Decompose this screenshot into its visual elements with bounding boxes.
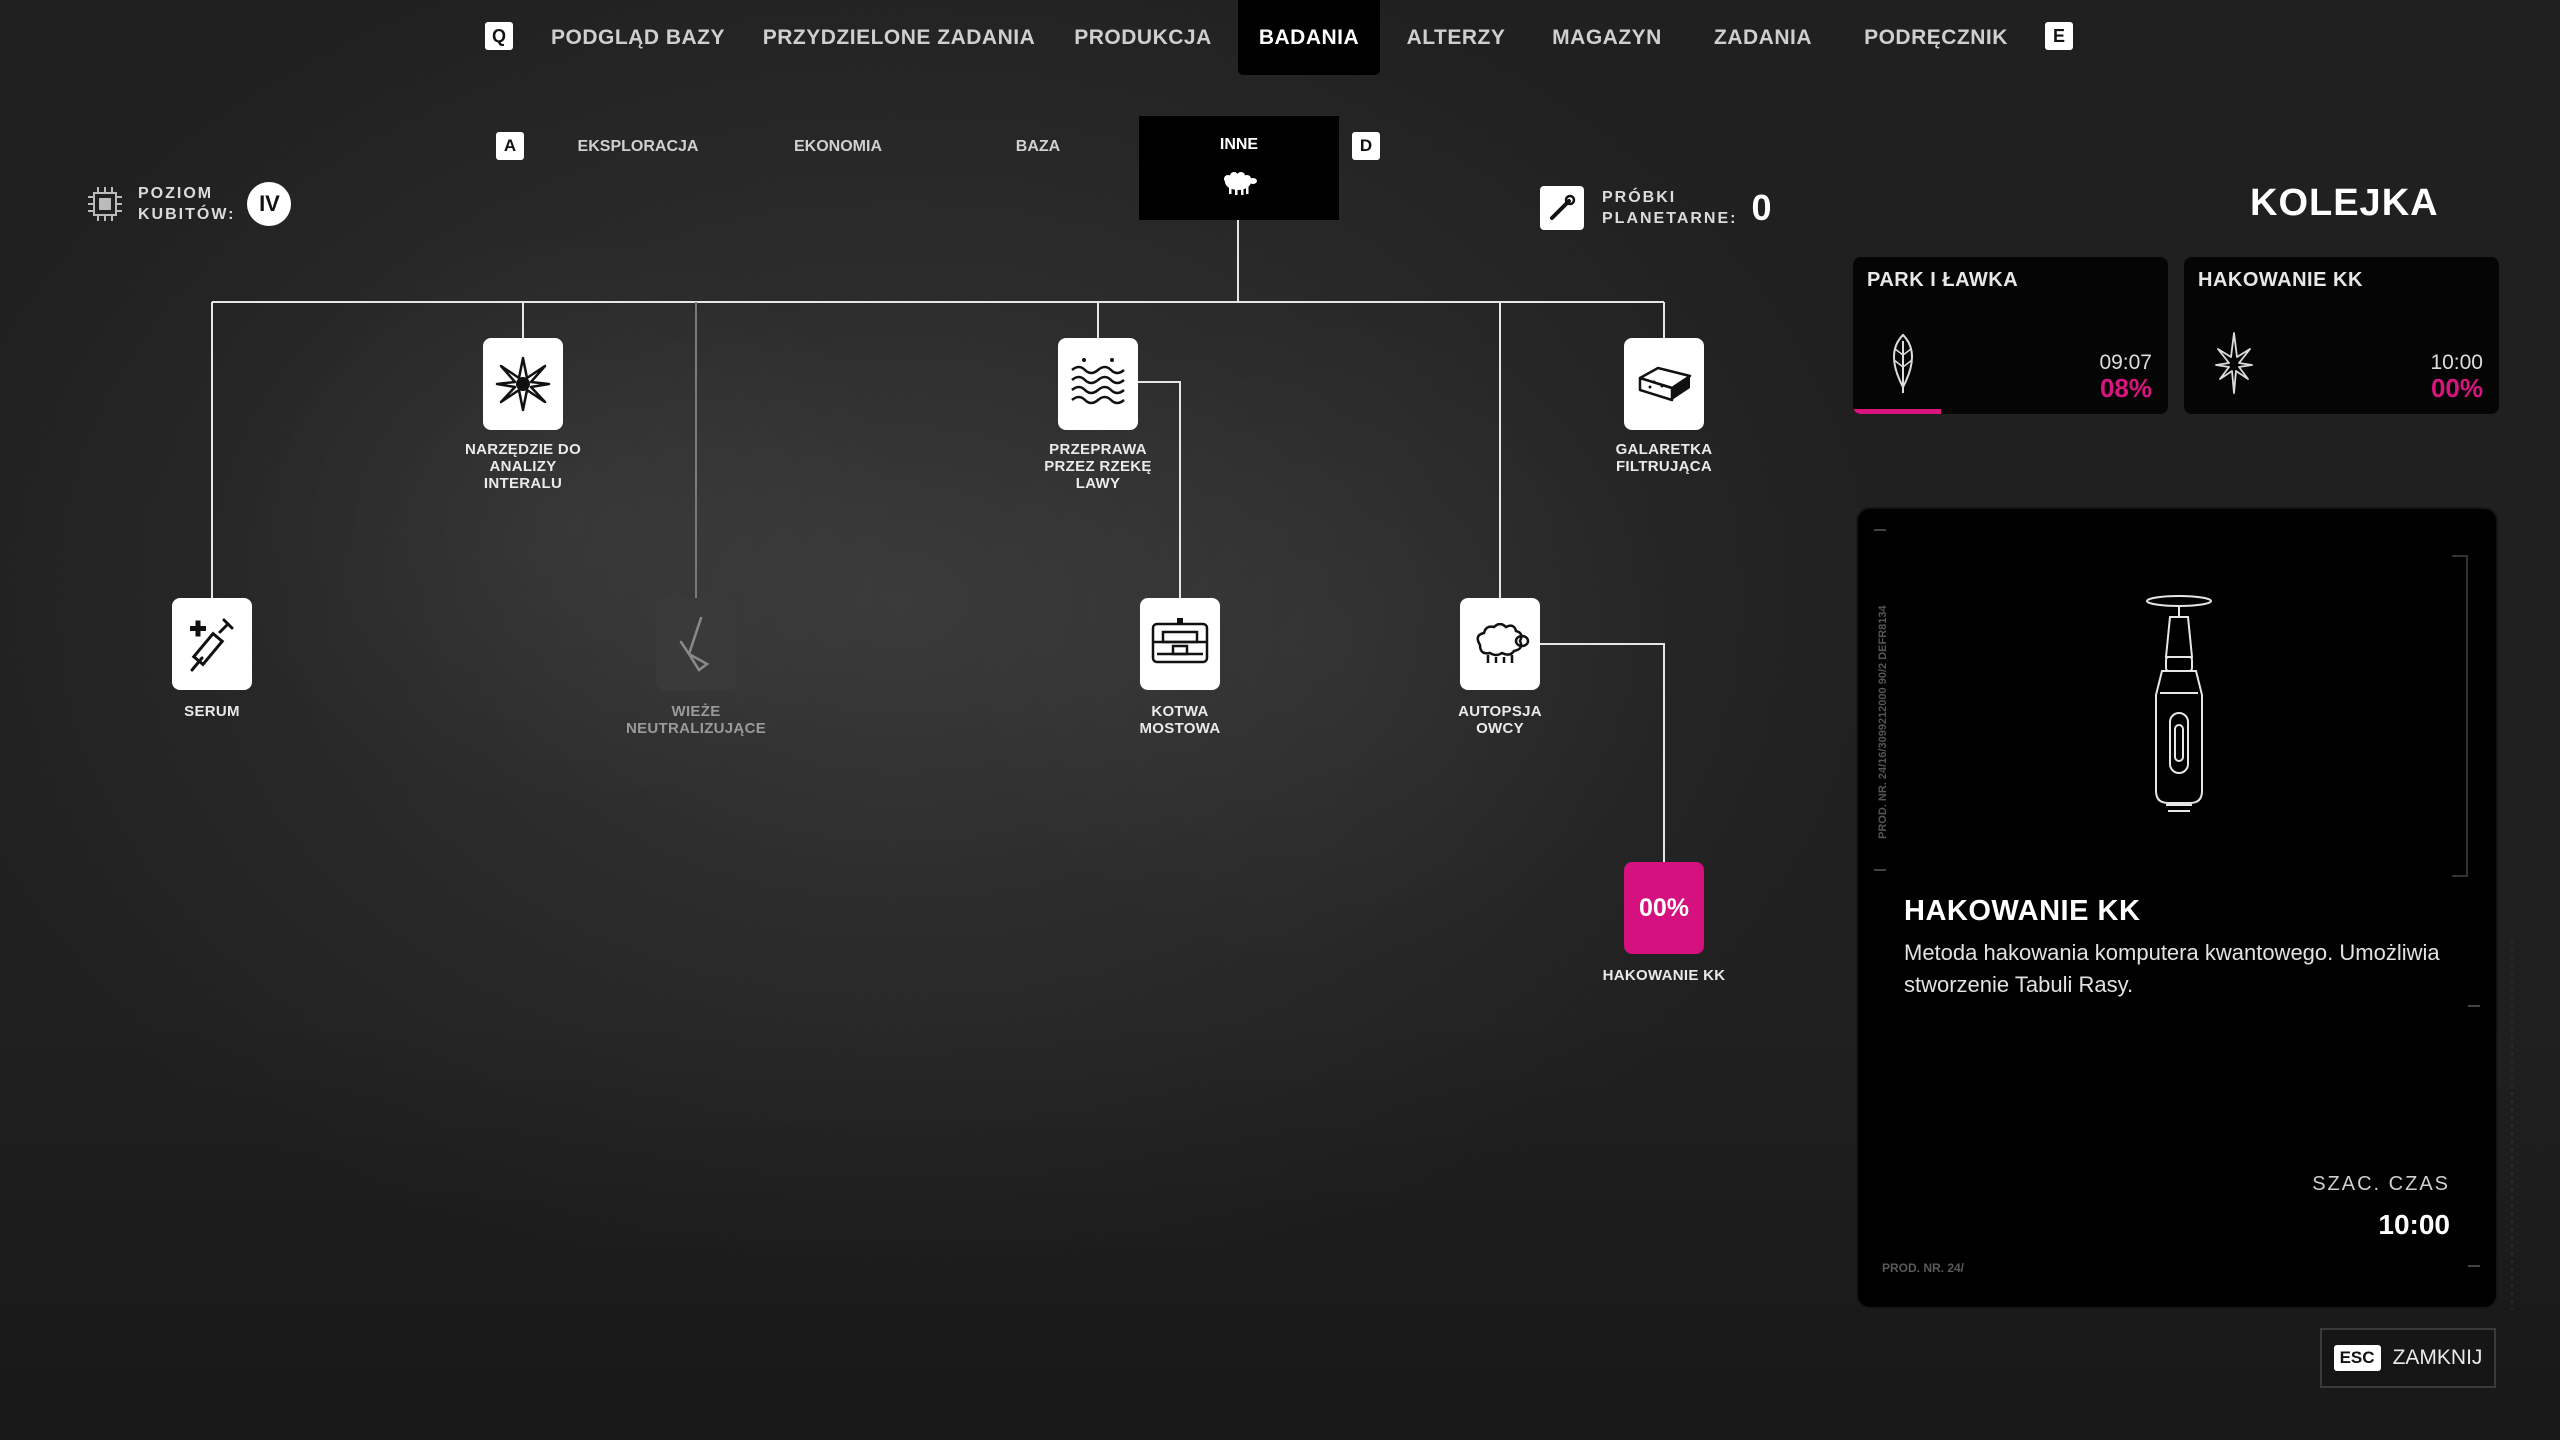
research-node-wieze[interactable] <box>656 598 736 690</box>
lava-waves-icon <box>1071 358 1125 405</box>
estimated-time-label: SZAC. CZAS <box>2312 1173 2450 1195</box>
detail-description: Metoda hakowania komputera kwantowego. U… <box>1904 940 2440 997</box>
research-node-hakowanie[interactable]: 00% <box>1624 862 1704 954</box>
corner-tick <box>1874 869 1886 871</box>
queue-item-hakowanie[interactable]: HAKOWANIE KK 10:00 00% <box>2184 257 2499 414</box>
research-label-autopsja: AUTOPSJA OWCY <box>1390 703 1610 737</box>
label-line: GALARETKA <box>1615 441 1713 458</box>
research-detail-panel: PROD. NR. 24/16/3099212000 90/2 DEFR8134… <box>1856 507 2498 1309</box>
label-line: PRZEZ RZEKĘ <box>1044 458 1152 475</box>
queue-item-park[interactable]: PARK I ŁAWKA 09:07 08% <box>1853 257 2168 414</box>
queue-item-time: 09:07 <box>2099 351 2152 374</box>
tab-podrecznik[interactable]: PODRĘCZNIK <box>1858 0 2014 75</box>
close-label: ZAMKNIJ <box>2392 1346 2483 1369</box>
research-label-narzedzie: NARZĘDZIE DO ANALIZY INTERALU <box>413 441 633 492</box>
queue-item-title: PARK I ŁAWKA <box>1867 269 2019 291</box>
research-label-galaretka: GALARETKA FILTRUJĄCA <box>1554 441 1774 475</box>
research-node-narzedzie[interactable] <box>483 338 563 430</box>
queue-item-percent: 08% <box>2099 373 2152 403</box>
label-line: MOSTOWA <box>1139 720 1221 737</box>
label-line: HAKOWANIE KK <box>1602 967 1726 984</box>
research-node-kotwa[interactable] <box>1140 598 1220 690</box>
corner-tick <box>2468 1005 2480 1007</box>
research-node-serum[interactable] <box>172 598 252 690</box>
star-needle-icon <box>2215 332 2253 394</box>
research-progress-text: 00% <box>1638 893 1690 922</box>
syringe-icon <box>190 618 234 672</box>
detail-frame-bracket <box>2452 555 2468 877</box>
label-line: KOTWA <box>1151 703 1209 720</box>
label-line: LAWY <box>1075 475 1121 492</box>
detail-side-serial: PROD. NR. 24/16/3099212000 90/2 DEFR8134 <box>1877 605 1889 839</box>
research-node-galaretka[interactable] <box>1624 338 1704 430</box>
estimated-time-value: 10:00 <box>2378 1209 2450 1240</box>
label-line: OWCY <box>1476 720 1524 737</box>
jelly-block-icon <box>1638 366 1692 402</box>
sheep-icon <box>1476 623 1530 663</box>
vertical-deco-strip <box>2511 940 2513 1310</box>
research-label-przeprawa: PRZEPRAWA PRZEZ RZEKĘ LAWY <box>988 441 1208 492</box>
queue-item-percent: 00% <box>2430 373 2483 403</box>
esc-key-hint: ESC <box>2333 1345 2381 1371</box>
research-node-przeprawa[interactable] <box>1058 338 1138 430</box>
corner-tick <box>1874 529 1886 531</box>
label-line: PRZEPRAWA <box>1049 441 1147 458</box>
close-button[interactable]: ESC ZAMKNIJ <box>2320 1328 2496 1388</box>
label-line: ANALIZY <box>489 458 557 475</box>
corner-tick <box>2468 1265 2480 1267</box>
detail-side-serial-text: PROD. NR. 24/16/3099212000 90/2 DEFR8134 <box>1877 605 1889 839</box>
label-line: NEUTRALIZUJĄCE <box>625 720 767 737</box>
research-label-serum: SERUM <box>102 703 322 720</box>
quantum-hack-device-icon <box>2146 595 2212 812</box>
research-label-kotwa: KOTWA MOSTOWA <box>1070 703 1290 737</box>
label-line: WIEŻE <box>671 703 721 720</box>
label-line: AUTOPSJA <box>1458 703 1542 720</box>
detail-footer-serial: PROD. NR. 24/ <box>1882 1261 1965 1275</box>
queue-item-progress-bar <box>1853 409 1941 414</box>
label-line: FILTRUJĄCA <box>1615 458 1713 475</box>
queue-item-title: HAKOWANIE KK <box>2198 269 2363 291</box>
queue-title: KOLEJKA <box>2250 182 2439 224</box>
research-node-autopsja[interactable] <box>1460 598 1540 690</box>
label-line: SERUM <box>184 703 240 720</box>
label-line: NARZĘDZIE DO <box>464 441 582 458</box>
label-line: INTERALU <box>483 475 563 492</box>
bridge-anchor-icon <box>1151 618 1209 664</box>
research-label-wieze: WIEŻE NEUTRALIZUJĄCE <box>586 703 806 737</box>
leaf-icon <box>1893 333 1913 393</box>
detail-title: HAKOWANIE KK <box>1904 895 2141 927</box>
star-burst-icon <box>495 356 551 412</box>
key-e-hint[interactable]: E <box>2045 22 2073 50</box>
tower-icon <box>679 616 710 672</box>
research-tree-connectors <box>211 220 1665 862</box>
research-label-hakowanie: HAKOWANIE KK <box>1554 967 1774 984</box>
queue-item-time: 10:00 <box>2430 351 2483 374</box>
